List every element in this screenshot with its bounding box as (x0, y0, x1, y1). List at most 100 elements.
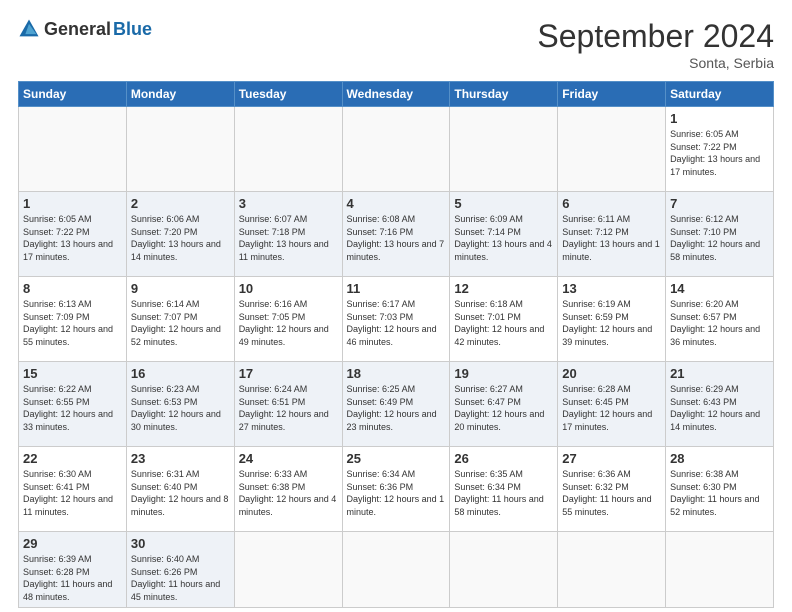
day-info: Sunrise: 6:31 AMSunset: 6:40 PMDaylight:… (131, 468, 230, 518)
table-row: 11 Sunrise: 6:17 AMSunset: 7:03 PMDayligh… (342, 277, 450, 362)
table-row (558, 532, 666, 608)
day-info: Sunrise: 6:28 AMSunset: 6:45 PMDaylight:… (562, 383, 661, 433)
day-info: Sunrise: 6:25 AMSunset: 6:49 PMDaylight:… (347, 383, 446, 433)
table-row: 19 Sunrise: 6:27 AMSunset: 6:47 PMDayligh… (450, 362, 558, 447)
col-saturday: Saturday (666, 82, 774, 107)
table-row: 3 Sunrise: 6:07 AMSunset: 7:18 PMDaylight… (234, 192, 342, 277)
table-row (342, 532, 450, 608)
day-info: Sunrise: 6:33 AMSunset: 6:38 PMDaylight:… (239, 468, 338, 518)
table-row: 5 Sunrise: 6:09 AMSunset: 7:14 PMDaylight… (450, 192, 558, 277)
day-number: 9 (131, 281, 230, 296)
table-row (342, 107, 450, 192)
table-row: 21 Sunrise: 6:29 AMSunset: 6:43 PMDayligh… (666, 362, 774, 447)
day-number: 17 (239, 366, 338, 381)
day-number: 3 (239, 196, 338, 211)
logo-general-text: General (44, 19, 111, 40)
table-row: 30Sunrise: 6:40 AMSunset: 6:26 PMDayligh… (126, 532, 234, 608)
day-number: 15 (23, 366, 122, 381)
calendar-table: Sunday Monday Tuesday Wednesday Thursday… (18, 81, 774, 608)
table-row (19, 107, 127, 192)
table-row: 2 Sunrise: 6:06 AMSunset: 7:20 PMDaylight… (126, 192, 234, 277)
location: Sonta, Serbia (537, 55, 774, 71)
table-row (126, 107, 234, 192)
table-row: 23Sunrise: 6:31 AMSunset: 6:40 PMDayligh… (126, 447, 234, 532)
table-row: 17 Sunrise: 6:24 AMSunset: 6:51 PMDayligh… (234, 362, 342, 447)
day-number: 13 (562, 281, 661, 296)
day-number: 27 (562, 451, 661, 466)
day-info: Sunrise: 6:05 AMSunset: 7:22 PMDaylight:… (23, 213, 122, 263)
table-row: 1 Sunrise: 6:05 AMSunset: 7:22 PMDaylight… (19, 192, 127, 277)
day-number: 14 (670, 281, 769, 296)
day-number: 11 (347, 281, 446, 296)
table-row: 29 Sunrise: 6:39 AMSunset: 6:28 PMDayligh… (19, 532, 127, 608)
col-friday: Friday (558, 82, 666, 107)
logo-icon (18, 18, 40, 40)
day-info: Sunrise: 6:22 AMSunset: 6:55 PMDaylight:… (23, 383, 122, 433)
table-row: 14Sunrise: 6:20 AMSunset: 6:57 PMDayligh… (666, 277, 774, 362)
day-number: 12 (454, 281, 553, 296)
table-row: 7 Sunrise: 6:12 AMSunset: 7:10 PMDaylight… (666, 192, 774, 277)
day-number: 18 (347, 366, 446, 381)
logo: GeneralBlue (18, 18, 152, 40)
day-info: Sunrise: 6:30 AMSunset: 6:41 PMDaylight:… (23, 468, 122, 518)
day-number: 19 (454, 366, 553, 381)
table-row: 16 Sunrise: 6:23 AMSunset: 6:53 PMDayligh… (126, 362, 234, 447)
day-number: 21 (670, 366, 769, 381)
day-info: Sunrise: 6:29 AMSunset: 6:43 PMDaylight:… (670, 383, 769, 433)
table-row: 25Sunrise: 6:34 AMSunset: 6:36 PMDayligh… (342, 447, 450, 532)
calendar-row: 1 Sunrise: 6:05 AMSunset: 7:22 PMDaylight… (19, 192, 774, 277)
table-row (234, 532, 342, 608)
day-info: Sunrise: 6:35 AMSunset: 6:34 PMDaylight:… (454, 468, 553, 518)
calendar-row: 22Sunrise: 6:30 AMSunset: 6:41 PMDayligh… (19, 447, 774, 532)
table-row: 13Sunrise: 6:19 AMSunset: 6:59 PMDayligh… (558, 277, 666, 362)
table-row: 10Sunrise: 6:16 AMSunset: 7:05 PMDayligh… (234, 277, 342, 362)
day-info: Sunrise: 6:18 AMSunset: 7:01 PMDaylight:… (454, 298, 553, 348)
day-info: Sunrise: 6:14 AMSunset: 7:07 PMDaylight:… (131, 298, 230, 348)
day-info: Sunrise: 6:12 AMSunset: 7:10 PMDaylight:… (670, 213, 769, 263)
col-sunday: Sunday (19, 82, 127, 107)
day-number: 1 (23, 196, 122, 211)
calendar-row: 29 Sunrise: 6:39 AMSunset: 6:28 PMDayligh… (19, 532, 774, 608)
table-row: 15 Sunrise: 6:22 AMSunset: 6:55 PMDayligh… (19, 362, 127, 447)
col-monday: Monday (126, 82, 234, 107)
table-row: 18 Sunrise: 6:25 AMSunset: 6:49 PMDayligh… (342, 362, 450, 447)
day-number: 20 (562, 366, 661, 381)
day-info: Sunrise: 6:24 AMSunset: 6:51 PMDaylight:… (239, 383, 338, 433)
day-info: Sunrise: 6:16 AMSunset: 7:05 PMDaylight:… (239, 298, 338, 348)
day-number: 16 (131, 366, 230, 381)
day-number: 28 (670, 451, 769, 466)
day-number: 1 (670, 111, 769, 126)
table-row: 4Sunrise: 6:08 AMSunset: 7:16 PMDaylight… (342, 192, 450, 277)
day-info: Sunrise: 6:05 AMSunset: 7:22 PMDaylight:… (670, 128, 769, 178)
col-thursday: Thursday (450, 82, 558, 107)
day-info: Sunrise: 6:39 AMSunset: 6:28 PMDaylight:… (23, 553, 122, 603)
month-title: September 2024 (537, 18, 774, 55)
day-info: Sunrise: 6:07 AMSunset: 7:18 PMDaylight:… (239, 213, 338, 263)
day-number: 5 (454, 196, 553, 211)
day-number: 29 (23, 536, 122, 551)
table-row (234, 107, 342, 192)
day-info: Sunrise: 6:23 AMSunset: 6:53 PMDaylight:… (131, 383, 230, 433)
day-number: 26 (454, 451, 553, 466)
calendar-row: 1 Sunrise: 6:05 AMSunset: 7:22 PMDaylight… (19, 107, 774, 192)
logo-blue-text: Blue (113, 19, 152, 40)
table-row: 27Sunrise: 6:36 AMSunset: 6:32 PMDayligh… (558, 447, 666, 532)
day-info: Sunrise: 6:09 AMSunset: 7:14 PMDaylight:… (454, 213, 553, 263)
table-row (450, 532, 558, 608)
table-row: 22Sunrise: 6:30 AMSunset: 6:41 PMDayligh… (19, 447, 127, 532)
day-number: 8 (23, 281, 122, 296)
title-area: September 2024 Sonta, Serbia (537, 18, 774, 71)
day-number: 7 (670, 196, 769, 211)
table-row: 24 Sunrise: 6:33 AMSunset: 6:38 PMDayligh… (234, 447, 342, 532)
calendar-row: 8Sunrise: 6:13 AMSunset: 7:09 PMDaylight… (19, 277, 774, 362)
day-number: 2 (131, 196, 230, 211)
col-tuesday: Tuesday (234, 82, 342, 107)
day-number: 24 (239, 451, 338, 466)
day-info: Sunrise: 6:17 AMSunset: 7:03 PMDaylight:… (347, 298, 446, 348)
calendar-row: 15 Sunrise: 6:22 AMSunset: 6:55 PMDayligh… (19, 362, 774, 447)
day-number: 6 (562, 196, 661, 211)
table-row (558, 107, 666, 192)
day-info: Sunrise: 6:27 AMSunset: 6:47 PMDaylight:… (454, 383, 553, 433)
day-info: Sunrise: 6:06 AMSunset: 7:20 PMDaylight:… (131, 213, 230, 263)
day-number: 25 (347, 451, 446, 466)
